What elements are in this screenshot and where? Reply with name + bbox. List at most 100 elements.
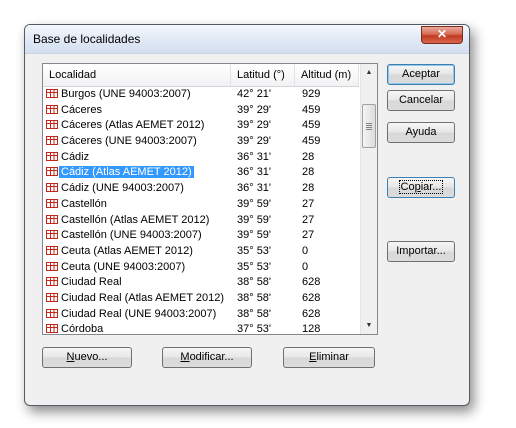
latitude-cell: 35° 53' (237, 260, 272, 273)
eliminar-label-post: liminar (316, 351, 349, 363)
location-table-icon (46, 261, 58, 271)
locality-name: Ciudad Real (61, 276, 122, 289)
modificar-accesskey: M (180, 351, 190, 363)
locality-name: Ciudad Real (UNE 94003:2007) (61, 307, 217, 320)
location-table-icon (46, 230, 58, 240)
nuevo-label-post: uevo... (74, 351, 108, 363)
altitude-cell: 628 (302, 276, 321, 289)
list-item[interactable]: Cáceres (UNE 94003:2007) 39° 29' 459 (43, 134, 359, 150)
scroll-down-arrow-icon[interactable]: ▼ (361, 317, 377, 334)
latitude-cell: 39° 29' (237, 135, 272, 148)
latitude-cell: 39° 29' (237, 103, 272, 116)
altitude-cell: 459 (302, 135, 321, 148)
copiar-label: Copiar... (398, 180, 444, 194)
locality-cell: Cádiz (Atlas AEMET 2012) (46, 165, 194, 181)
list-item[interactable]: Ciudad Real (UNE 94003:2007) 38° 58' 628 (43, 307, 359, 323)
location-table-icon (46, 104, 58, 114)
altitude-cell: 28 (302, 166, 315, 179)
importar-button[interactable]: Importar... (387, 241, 455, 262)
latitude-cell: 38° 58' (237, 291, 272, 304)
column-header-altitud[interactable]: Altitud (m) (295, 64, 359, 86)
ayuda-button[interactable]: Ayuda (387, 122, 455, 143)
locality-cell: Ciudad Real (UNE 94003:2007) (46, 307, 218, 323)
latitude-cell: 35° 53' (237, 244, 272, 257)
locality-cell: Ciudad Real (46, 275, 124, 291)
list-item[interactable]: Ceuta (UNE 94003:2007) 35° 53' 0 (43, 260, 359, 276)
scroll-thumb[interactable] (362, 104, 376, 148)
latitude-cell: 42° 21' (237, 88, 272, 100)
latitude-cell: 37° 53' (237, 323, 272, 335)
altitude-cell: 28 (302, 182, 315, 195)
altitude-cell: 628 (302, 307, 321, 320)
location-table-icon (46, 151, 58, 161)
location-table-icon (46, 183, 58, 193)
column-header-localidad[interactable]: Localidad (43, 64, 231, 86)
list-item[interactable]: Cáceres 39° 29' 459 (43, 103, 359, 119)
locality-cell: Cáceres (UNE 94003:2007) (46, 134, 199, 150)
list-item[interactable]: Córdoba 37° 53' 128 (43, 322, 359, 335)
list-item[interactable]: Castellón (Atlas AEMET 2012) 39° 59' 27 (43, 213, 359, 229)
latitude-cell: 38° 58' (237, 276, 272, 289)
locality-cell: Cádiz (UNE 94003:2007) (46, 181, 186, 197)
altitude-cell: 28 (302, 150, 315, 163)
list-item[interactable]: Cádiz 36° 31' 28 (43, 150, 359, 166)
list-item[interactable]: Ciudad Real (Atlas AEMET 2012) 38° 58' 628 (43, 291, 359, 307)
locality-name: Cádiz (61, 150, 90, 163)
altitude-cell: 929 (302, 88, 321, 100)
locality-name: Castellón (61, 197, 107, 210)
location-table-icon (46, 324, 58, 334)
copiar-label-pre: Co (400, 181, 415, 193)
column-header-latitud[interactable]: Latitud (°) (231, 64, 295, 86)
locality-name: Ceuta (Atlas AEMET 2012) (61, 244, 193, 257)
dialog-title: Base de localidades (33, 32, 141, 46)
list-item[interactable]: Cádiz (UNE 94003:2007) 36° 31' 28 (43, 181, 359, 197)
locality-name: Castellón (Atlas AEMET 2012) (61, 213, 210, 226)
list-header: Localidad Latitud (°) Altitud (m) (43, 64, 359, 87)
location-table-icon (46, 277, 58, 287)
location-table-icon (46, 245, 58, 255)
modificar-button[interactable]: Modificar... (162, 347, 252, 368)
location-table-icon (46, 308, 58, 318)
list-item[interactable]: Cádiz (Atlas AEMET 2012) 36° 31' 28 (43, 165, 359, 181)
latitude-cell: 39° 59' (237, 197, 272, 210)
copiar-label-post: iar... (420, 181, 442, 193)
location-table-icon (46, 120, 58, 130)
vertical-scrollbar[interactable]: ▲ ▼ (360, 64, 377, 334)
location-table-icon (46, 167, 58, 177)
location-table-icon (46, 198, 58, 208)
locality-cell: Ciudad Real (Atlas AEMET 2012) (46, 291, 226, 307)
scroll-up-arrow-icon[interactable]: ▲ (361, 64, 377, 81)
copiar-button[interactable]: Copiar... (387, 177, 455, 198)
nuevo-button[interactable]: Nuevo... (42, 347, 132, 368)
locality-cell: Cáceres (46, 103, 104, 119)
list-item[interactable]: Castellón 39° 59' 27 (43, 197, 359, 213)
latitude-cell: 39° 29' (237, 119, 272, 132)
locality-cell: Ceuta (Atlas AEMET 2012) (46, 244, 195, 260)
latitude-cell: 39° 59' (237, 229, 272, 242)
modificar-label-post: odificar... (189, 351, 234, 363)
title-bar[interactable]: Base de localidades ✕ (25, 25, 469, 54)
locality-cell: Cádiz (46, 150, 91, 166)
locality-cell: Ceuta (UNE 94003:2007) (46, 260, 187, 276)
eliminar-button[interactable]: Eliminar (283, 347, 375, 368)
list-item[interactable]: Ciudad Real 38° 58' 628 (43, 275, 359, 291)
cancelar-button[interactable]: Cancelar (387, 90, 455, 111)
list-item[interactable]: Ceuta (Atlas AEMET 2012) 35° 53' 0 (43, 244, 359, 260)
grip-line (366, 129, 372, 130)
list-item[interactable]: Burgos (UNE 94003:2007) 42° 21' 929 (43, 87, 359, 103)
altitude-cell: 0 (302, 244, 309, 257)
list-item[interactable]: Cáceres (Atlas AEMET 2012) 39° 29' 459 (43, 118, 359, 134)
list-item[interactable]: Castellón (UNE 94003:2007) 39° 59' 27 (43, 228, 359, 244)
locality-name: Cáceres (61, 103, 102, 116)
locality-name: Castellón (UNE 94003:2007) (61, 229, 202, 242)
altitude-cell: 27 (302, 197, 315, 210)
location-table-icon (46, 136, 58, 146)
aceptar-button[interactable]: Aceptar (387, 64, 455, 85)
close-button[interactable]: ✕ (421, 26, 463, 44)
locality-cell: Córdoba (46, 322, 105, 334)
altitude-cell: 27 (302, 229, 315, 242)
localities-list[interactable]: Localidad Latitud (°) Altitud (m) Burgos… (42, 63, 378, 335)
locality-cell: Cáceres (Atlas AEMET 2012) (46, 118, 206, 134)
locality-cell: Castellón (Atlas AEMET 2012) (46, 213, 211, 229)
latitude-cell: 38° 58' (237, 307, 272, 320)
